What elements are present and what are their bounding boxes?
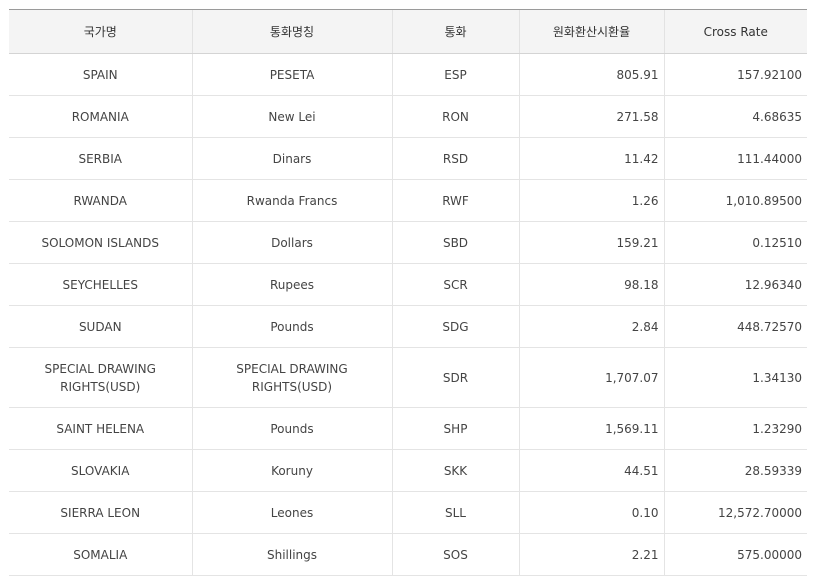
cell-krw-rate: 0.10 <box>518 491 664 534</box>
table-row: SIERRA LEON Leones SLL 0.10 12,572.70000 <box>9 491 807 534</box>
cell-currency-name: Dinars <box>191 137 392 180</box>
cell-currency-name: Rwanda Francs <box>191 179 392 222</box>
header-row: 국가명 통화명칭 통화 원화환산시환율 Cross Rate <box>9 9 807 54</box>
cell-currency: SDR <box>391 347 519 408</box>
cell-currency: ESP <box>391 53 519 96</box>
table-row: ROMANIA New Lei RON 271.58 4.68635 <box>9 95 807 138</box>
cell-currency: RON <box>391 95 519 138</box>
cell-country: SERBIA <box>9 137 192 180</box>
cell-country: RWANDA <box>9 179 192 222</box>
cell-currency: SDG <box>391 305 519 348</box>
cell-krw-rate: 2.21 <box>518 533 664 576</box>
table-header: 국가명 통화명칭 통화 원화환산시환율 Cross Rate <box>9 9 807 54</box>
header-cross-rate: Cross Rate <box>663 9 807 54</box>
cell-cross-rate: 448.72570 <box>663 305 807 348</box>
cell-krw-rate: 159.21 <box>518 221 664 264</box>
cell-currency-name: New Lei <box>191 95 392 138</box>
cell-krw-rate: 271.58 <box>518 95 664 138</box>
cell-cross-rate: 1.23290 <box>663 407 807 450</box>
cell-cross-rate: 0.12510 <box>663 221 807 264</box>
cell-cross-rate: 575.00000 <box>663 533 807 576</box>
header-currency: 통화 <box>391 9 519 54</box>
table-row: SERBIA Dinars RSD 11.42 111.44000 <box>9 137 807 180</box>
cell-cross-rate: 157.92100 <box>663 53 807 96</box>
cell-country: SAINT HELENA <box>9 407 192 450</box>
cell-currency: RSD <box>391 137 519 180</box>
cell-country: SPECIAL DRAWING RIGHTS(USD) <box>9 347 192 408</box>
cell-currency: SHP <box>391 407 519 450</box>
cell-cross-rate: 111.44000 <box>663 137 807 180</box>
table-row: SPAIN PESETA ESP 805.91 157.92100 <box>9 53 807 96</box>
cell-currency-name: SPECIAL DRAWING RIGHTS(USD) <box>191 347 392 408</box>
cell-country: SUDAN <box>9 305 192 348</box>
table-row: SLOVAKIA Koruny SKK 44.51 28.59339 <box>9 449 807 492</box>
cell-krw-rate: 1,707.07 <box>518 347 664 408</box>
cell-country: SOMALIA <box>9 533 192 576</box>
cell-currency-name: Pounds <box>191 407 392 450</box>
cell-currency: SBD <box>391 221 519 264</box>
cell-krw-rate: 11.42 <box>518 137 664 180</box>
exchange-rate-table: 국가명 통화명칭 통화 원화환산시환율 Cross Rate SPAIN PES… <box>9 9 807 576</box>
table-body: SPAIN PESETA ESP 805.91 157.92100 ROMANI… <box>9 53 807 576</box>
cell-country: SPAIN <box>9 53 192 96</box>
cell-currency: SOS <box>391 533 519 576</box>
header-currency-name: 통화명칭 <box>191 9 392 54</box>
cell-country: SLOVAKIA <box>9 449 192 492</box>
cell-krw-rate: 98.18 <box>518 263 664 306</box>
cell-currency: RWF <box>391 179 519 222</box>
cell-currency-name: Dollars <box>191 221 392 264</box>
cell-currency-name: PESETA <box>191 53 392 96</box>
cell-currency-name: Koruny <box>191 449 392 492</box>
cell-country: SIERRA LEON <box>9 491 192 534</box>
cell-currency-name: Pounds <box>191 305 392 348</box>
table-row: SAINT HELENA Pounds SHP 1,569.11 1.23290 <box>9 407 807 450</box>
header-krw-rate: 원화환산시환율 <box>518 9 664 54</box>
table-row: SUDAN Pounds SDG 2.84 448.72570 <box>9 305 807 348</box>
cell-currency: SKK <box>391 449 519 492</box>
cell-currency-name: Shillings <box>191 533 392 576</box>
cell-country: ROMANIA <box>9 95 192 138</box>
table-row: SEYCHELLES Rupees SCR 98.18 12.96340 <box>9 263 807 306</box>
cell-krw-rate: 44.51 <box>518 449 664 492</box>
cell-country: SEYCHELLES <box>9 263 192 306</box>
cell-cross-rate: 1.34130 <box>663 347 807 408</box>
cell-currency-name: Rupees <box>191 263 392 306</box>
table-row: SOLOMON ISLANDS Dollars SBD 159.21 0.125… <box>9 221 807 264</box>
cell-currency-name: Leones <box>191 491 392 534</box>
table-row: SPECIAL DRAWING RIGHTS(USD) SPECIAL DRAW… <box>9 347 807 408</box>
cell-krw-rate: 805.91 <box>518 53 664 96</box>
cell-currency: SLL <box>391 491 519 534</box>
table-row: SOMALIA Shillings SOS 2.21 575.00000 <box>9 533 807 576</box>
cell-currency: SCR <box>391 263 519 306</box>
cell-krw-rate: 2.84 <box>518 305 664 348</box>
cell-krw-rate: 1,569.11 <box>518 407 664 450</box>
cell-cross-rate: 4.68635 <box>663 95 807 138</box>
table-row: RWANDA Rwanda Francs RWF 1.26 1,010.8950… <box>9 179 807 222</box>
cell-krw-rate: 1.26 <box>518 179 664 222</box>
cell-cross-rate: 12.96340 <box>663 263 807 306</box>
cell-cross-rate: 1,010.89500 <box>663 179 807 222</box>
cell-cross-rate: 28.59339 <box>663 449 807 492</box>
cell-country: SOLOMON ISLANDS <box>9 221 192 264</box>
header-country: 국가명 <box>9 9 192 54</box>
cell-cross-rate: 12,572.70000 <box>663 491 807 534</box>
